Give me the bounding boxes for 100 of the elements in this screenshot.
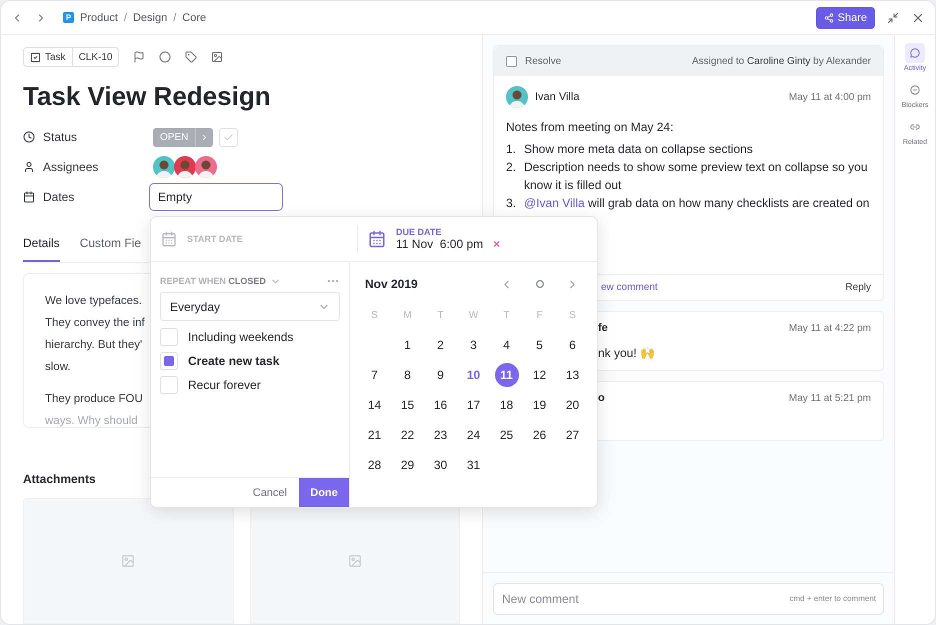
calendar-day[interactable]: 21 bbox=[362, 423, 386, 447]
calendar-day[interactable]: 4 bbox=[494, 333, 518, 357]
weekday-label: M bbox=[402, 308, 413, 322]
calendar-day[interactable]: 5 bbox=[528, 333, 552, 357]
calendar-day[interactable]: 14 bbox=[362, 393, 386, 417]
calendar-day[interactable]: 29 bbox=[396, 453, 420, 477]
weekday-label: T bbox=[436, 308, 445, 322]
calendar-day[interactable]: 25 bbox=[494, 423, 518, 447]
task-type-chip[interactable]: Task CLK-10 bbox=[23, 47, 120, 67]
task-type-label: Task bbox=[45, 52, 66, 62]
breadcrumb-link[interactable]: Product bbox=[80, 12, 118, 24]
breadcrumb-separator: / bbox=[173, 12, 176, 24]
description-line: We love typefaces. bbox=[45, 294, 142, 309]
description-line: They convey the inf bbox=[45, 316, 145, 331]
calendar-day[interactable]: 9 bbox=[428, 363, 452, 387]
calendar-day[interactable]: 24 bbox=[462, 423, 486, 447]
repeat-label[interactable]: REPEAT WHEN CLOSED bbox=[160, 276, 266, 286]
tab[interactable]: Details bbox=[23, 230, 60, 262]
space-badge: P bbox=[63, 12, 74, 23]
section-title: Attachments bbox=[23, 472, 97, 486]
calendar-day[interactable]: 28 bbox=[362, 453, 386, 477]
field-label: Assignees bbox=[43, 160, 98, 174]
comment-author: Ivan Villa bbox=[535, 91, 580, 103]
calendar-day[interactable]: 31 bbox=[462, 453, 486, 477]
calendar-day[interactable]: 22 bbox=[396, 423, 420, 447]
calendar-day[interactable]: 7 bbox=[362, 363, 386, 387]
calendar-day[interactable]: 23 bbox=[428, 423, 452, 447]
collapse-icon[interactable] bbox=[887, 12, 899, 24]
tab[interactable]: Custom Fie bbox=[80, 230, 142, 262]
start-date-icon bbox=[161, 231, 177, 247]
calendar-day[interactable]: 26 bbox=[528, 423, 552, 447]
list-item-text: Show more meta data on collapse sections bbox=[524, 141, 753, 158]
flag-icon[interactable] bbox=[133, 51, 146, 63]
due-date-value[interactable]: 11 Nov 6:00 pm bbox=[396, 237, 484, 251]
due-date-icon bbox=[368, 230, 386, 248]
field-label: Status bbox=[43, 130, 78, 144]
minus-circle-icon bbox=[910, 85, 920, 95]
due-date-label: DUE DATE bbox=[396, 227, 442, 237]
calendar-day[interactable]: 11 bbox=[494, 363, 518, 387]
option-label: Recur forever bbox=[188, 378, 261, 392]
repeat-select[interactable]: Everyday bbox=[160, 292, 340, 321]
circle-icon bbox=[536, 280, 544, 288]
status-icon bbox=[23, 131, 35, 143]
option-checkbox[interactable] bbox=[160, 328, 178, 346]
description-line: hierarchy. But they' bbox=[45, 338, 142, 353]
calendar-day[interactable]: 30 bbox=[428, 453, 452, 477]
resolve-label: Resolve bbox=[525, 56, 562, 66]
mention-link[interactable]: @Ivan Villa bbox=[524, 196, 585, 210]
calendar-day[interactable]: 19 bbox=[528, 393, 552, 417]
weekday-label: W bbox=[468, 308, 480, 322]
calendar-day[interactable]: 10 bbox=[462, 363, 486, 387]
calendar-day[interactable]: 20 bbox=[560, 393, 584, 417]
calendar-day[interactable]: 13 bbox=[560, 363, 584, 387]
cancel-button[interactable]: Cancel bbox=[240, 478, 299, 507]
list-number: 1. bbox=[506, 141, 518, 158]
calendar-day[interactable]: 17 bbox=[462, 393, 486, 417]
calendar-day[interactable]: 2 bbox=[428, 333, 452, 357]
field-label: Dates bbox=[43, 190, 74, 204]
comment-author: o bbox=[598, 392, 605, 404]
done-button[interactable]: Done bbox=[299, 478, 349, 507]
dates-field[interactable]: Empty bbox=[149, 183, 283, 211]
calendar-day[interactable]: 18 bbox=[494, 393, 518, 417]
share-icon bbox=[824, 12, 834, 22]
calendar-day[interactable]: 8 bbox=[396, 363, 420, 387]
calendar-day[interactable]: 6 bbox=[560, 333, 584, 357]
calendar-icon bbox=[23, 191, 35, 203]
comment-time: May 11 at 5:21 pm bbox=[788, 392, 871, 404]
calendar-day[interactable]: 27 bbox=[560, 423, 584, 447]
comment-icon bbox=[910, 48, 920, 58]
description-line: slow. bbox=[45, 360, 71, 375]
option-checkbox[interactable] bbox=[160, 352, 178, 370]
attachment-tile[interactable] bbox=[23, 498, 234, 624]
description-line: ways. Why should bbox=[45, 414, 138, 429]
list-number: 2. bbox=[506, 159, 518, 176]
share-button[interactable]: Share bbox=[816, 6, 875, 28]
check-icon bbox=[223, 132, 234, 142]
image-icon[interactable] bbox=[211, 51, 224, 63]
checkbox-icon bbox=[30, 52, 41, 62]
view-comment-link[interactable]: ew comment bbox=[601, 282, 658, 293]
avatar bbox=[195, 156, 217, 178]
calendar-day[interactable]: 3 bbox=[462, 333, 486, 357]
weekday-label: S bbox=[568, 308, 577, 322]
weekday-label: T bbox=[502, 308, 511, 322]
tag-icon[interactable] bbox=[185, 51, 198, 63]
option-label: Including weekends bbox=[188, 330, 294, 344]
avatar bbox=[506, 86, 528, 108]
calendar-day[interactable]: 16 bbox=[428, 393, 452, 417]
breadcrumb-link[interactable]: Core bbox=[182, 12, 206, 24]
complete-checkbox[interactable] bbox=[219, 128, 238, 146]
calendar-day[interactable]: 1 bbox=[396, 333, 420, 357]
calendar-day[interactable]: 15 bbox=[396, 393, 420, 417]
comment-hint: cmd + enter to comment bbox=[790, 594, 876, 603]
reply-button[interactable]: Reply bbox=[845, 282, 871, 293]
resolve-checkbox[interactable] bbox=[506, 56, 517, 66]
option-checkbox[interactable] bbox=[160, 376, 178, 394]
calendar-day[interactable]: 12 bbox=[528, 363, 552, 387]
breadcrumb-link[interactable]: Design bbox=[132, 12, 168, 24]
comment-time: May 11 at 4:00 pm bbox=[788, 92, 871, 102]
image-placeholder-icon bbox=[121, 554, 136, 568]
assigned-text: Assigned to Caroline Ginty by Alexander bbox=[692, 56, 871, 66]
